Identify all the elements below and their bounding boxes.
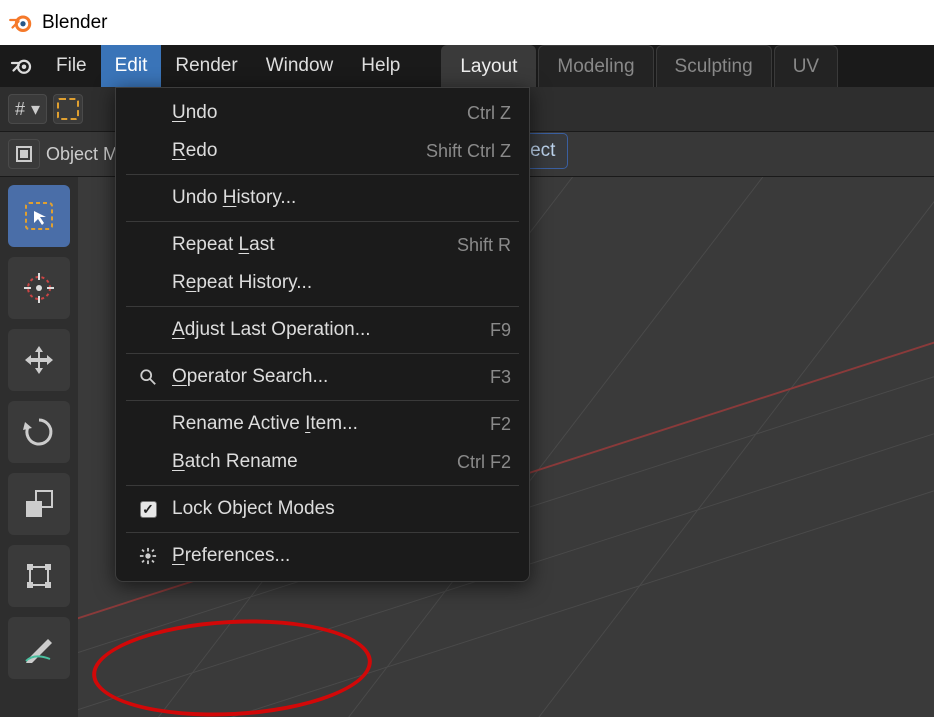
- menu-item-shortcut: F9: [490, 320, 511, 341]
- menu-item-shortcut: Shift Ctrl Z: [426, 141, 511, 162]
- window-title: Blender: [42, 12, 108, 34]
- menu-item-label: Undo: [162, 102, 467, 124]
- menu-file[interactable]: File: [42, 45, 101, 87]
- menu-item-lock-object-modes[interactable]: ✓Lock Object Modes: [116, 490, 529, 528]
- menu-separator: [126, 485, 519, 486]
- menu-item-shortcut: Ctrl F2: [457, 452, 511, 473]
- tool-rotate[interactable]: [8, 401, 70, 463]
- dashed-box-icon: [57, 98, 79, 120]
- menu-item-label: Rename Active Item...: [162, 413, 490, 435]
- menu-item-label: Redo: [162, 140, 426, 162]
- tab-layout[interactable]: Layout: [441, 45, 536, 87]
- tool-column: [0, 177, 78, 717]
- checkbox-icon: ✓: [134, 501, 162, 518]
- gear-icon: [134, 547, 162, 565]
- window-titlebar: Blender: [0, 0, 934, 45]
- menu-item-rename-active-item[interactable]: Rename Active Item...F2: [116, 405, 529, 443]
- select-mode-box[interactable]: [53, 94, 83, 124]
- chevron-down-icon: ▾: [31, 99, 40, 120]
- menu-help[interactable]: Help: [347, 45, 414, 87]
- edit-menu-dropdown: UndoCtrl ZRedoShift Ctrl ZUndo History..…: [115, 87, 530, 582]
- main-menubar: File Edit Render Window Help Layout Mode…: [0, 45, 934, 87]
- menu-separator: [126, 400, 519, 401]
- menu-item-preferences[interactable]: Preferences...: [116, 537, 529, 575]
- snap-label: #: [15, 99, 25, 120]
- menu-separator: [126, 532, 519, 533]
- workspace-tabs: Layout Modeling Sculpting UV: [441, 45, 840, 87]
- menu-item-shortcut: F3: [490, 367, 511, 388]
- menu-item-label: Repeat History...: [162, 272, 511, 294]
- menu-item-adjust-last-operation[interactable]: Adjust Last Operation...F9: [116, 311, 529, 349]
- menu-item-label: Repeat Last: [162, 234, 457, 256]
- menu-item-label: Preferences...: [162, 545, 511, 567]
- menu-item-batch-rename[interactable]: Batch RenameCtrl F2: [116, 443, 529, 481]
- tool-move[interactable]: [8, 329, 70, 391]
- blender-menu-icon[interactable]: [0, 45, 42, 87]
- tab-modeling[interactable]: Modeling: [538, 45, 653, 87]
- menu-window[interactable]: Window: [252, 45, 348, 87]
- menu-item-shortcut: F2: [490, 414, 511, 435]
- menu-render[interactable]: Render: [161, 45, 251, 87]
- tool-annotate[interactable]: [8, 617, 70, 679]
- menu-separator: [126, 221, 519, 222]
- tool-scale[interactable]: [8, 473, 70, 535]
- menu-item-label: Adjust Last Operation...: [162, 319, 490, 341]
- editor-type-button[interactable]: [8, 139, 40, 169]
- menu-item-label: Undo History...: [162, 187, 511, 209]
- snap-menu[interactable]: # ▾: [8, 94, 47, 124]
- tool-transform[interactable]: [8, 545, 70, 607]
- menu-item-shortcut: Ctrl Z: [467, 103, 511, 124]
- menu-separator: [126, 306, 519, 307]
- menu-item-shortcut: Shift R: [457, 235, 511, 256]
- menu-separator: [126, 353, 519, 354]
- search-icon: [134, 368, 162, 386]
- tab-sculpting[interactable]: Sculpting: [656, 45, 772, 87]
- tool-select-box[interactable]: [8, 185, 70, 247]
- app-root: File Edit Render Window Help Layout Mode…: [0, 45, 934, 717]
- menu-item-undo-history[interactable]: Undo History...: [116, 179, 529, 217]
- tab-uv[interactable]: UV: [774, 45, 838, 87]
- menu-edit[interactable]: Edit: [101, 45, 162, 87]
- menu-item-redo[interactable]: RedoShift Ctrl Z: [116, 132, 529, 170]
- menu-item-label: Batch Rename: [162, 451, 457, 473]
- tool-cursor[interactable]: [8, 257, 70, 319]
- menu-item-repeat-history[interactable]: Repeat History...: [116, 264, 529, 302]
- menu-item-repeat-last[interactable]: Repeat LastShift R: [116, 226, 529, 264]
- menu-item-operator-search[interactable]: Operator Search...F3: [116, 358, 529, 396]
- menu-separator: [126, 174, 519, 175]
- menu-item-undo[interactable]: UndoCtrl Z: [116, 94, 529, 132]
- menu-item-label: Lock Object Modes: [162, 498, 511, 520]
- menu-item-label: Operator Search...: [162, 366, 490, 388]
- blender-logo-icon: [8, 11, 32, 35]
